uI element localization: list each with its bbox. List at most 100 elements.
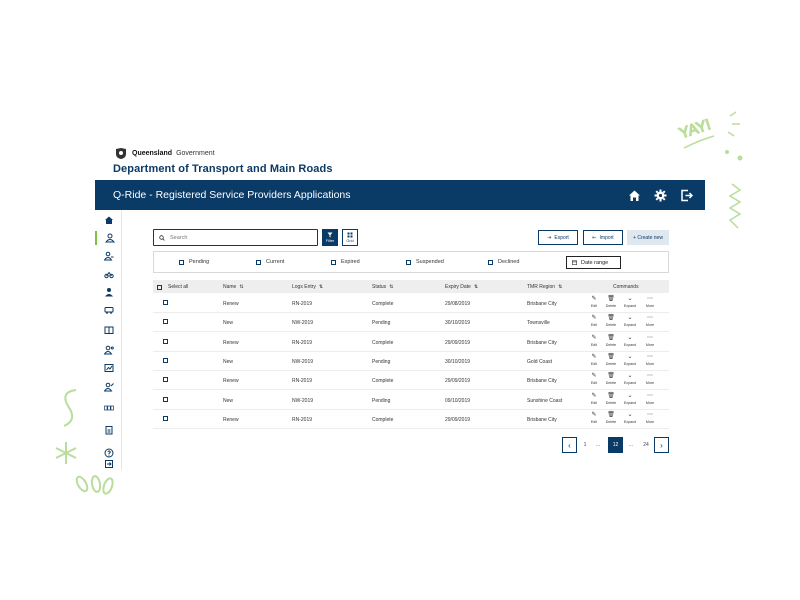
more-button[interactable]: ⋯ More	[643, 335, 657, 347]
row-checkbox[interactable]	[163, 396, 168, 404]
edit-button[interactable]: ✎ Edit	[587, 335, 601, 347]
checkbox[interactable]	[163, 338, 168, 344]
more-button[interactable]: ⋯ More	[643, 393, 657, 405]
home-icon[interactable]	[628, 189, 641, 202]
row-checkbox[interactable]	[163, 319, 168, 326]
expand-button[interactable]: ⌄ Expand	[623, 315, 637, 327]
checkbox[interactable]	[163, 300, 168, 305]
table-row[interactable]: Renew RN-2019 Complete 29/09/2019 Brisbane C…	[153, 410, 669, 429]
create-new-button[interactable]: + Create new	[627, 230, 669, 245]
expand-button[interactable]: ⌄ Expand	[623, 393, 637, 405]
search-input[interactable]	[170, 234, 300, 241]
column-expiry-date[interactable]: Expiry Date ⇅	[445, 284, 478, 290]
grid-button[interactable]: Grid	[342, 229, 358, 246]
sort-icon[interactable]: ⇅	[558, 284, 562, 290]
table-row[interactable]: New NW-2019 Pending 30/10/2019 Townsville ✎ Ed…	[153, 313, 669, 333]
logout-icon[interactable]	[680, 189, 694, 202]
date-range-picker[interactable]: Date range	[566, 256, 621, 269]
column-name[interactable]: Name ⇅	[223, 284, 244, 290]
search-box[interactable]	[153, 229, 318, 246]
sort-icon[interactable]: ⇅	[239, 284, 243, 290]
edit-button[interactable]: ✎ Edit	[587, 393, 601, 405]
table-row[interactable]: Renew RN-2019 Complete 29/09/2019 Brisbane C…	[153, 333, 669, 352]
checkbox[interactable]	[406, 259, 411, 265]
sort-icon[interactable]: ⇅	[319, 284, 323, 290]
checkbox[interactable]	[157, 284, 162, 290]
row-checkbox[interactable]	[163, 338, 168, 346]
next-page-button[interactable]: ›	[654, 437, 669, 453]
page-last[interactable]: 24	[639, 437, 653, 453]
sidebar-item-reports[interactable]	[95, 361, 122, 375]
filter-pending[interactable]: Pending	[179, 259, 209, 265]
checkbox[interactable]	[163, 415, 168, 421]
checkbox[interactable]	[488, 259, 493, 265]
row-checkbox[interactable]	[163, 377, 168, 384]
sidebar-item-providers[interactable]	[95, 231, 122, 245]
filter-current[interactable]: Current	[256, 259, 284, 265]
page-current[interactable]: 12	[608, 437, 623, 453]
column-status[interactable]: Status ⇅	[372, 284, 393, 290]
sort-icon[interactable]: ⇅	[389, 284, 393, 290]
delete-button[interactable]: 🗑 Delete	[604, 373, 618, 385]
table-row[interactable]: Renew RN-2019 Complete 29/09/2019 Brisbane C…	[153, 371, 669, 391]
more-button[interactable]: ⋯ More	[643, 412, 657, 424]
checkbox[interactable]	[331, 259, 336, 265]
edit-button[interactable]: ✎ Edit	[587, 296, 601, 308]
sidebar-item-roles[interactable]	[95, 343, 122, 357]
filter-suspended[interactable]: Suspended	[406, 259, 444, 265]
delete-button[interactable]: 🗑 Delete	[604, 296, 618, 308]
edit-button[interactable]: ✎ Edit	[587, 373, 601, 385]
page-first[interactable]: 1	[579, 437, 591, 453]
sort-icon[interactable]: ⇅	[474, 284, 478, 290]
more-button[interactable]: ⋯ More	[643, 373, 657, 385]
filter-declined[interactable]: Declined	[488, 259, 519, 265]
sidebar-item-documents[interactable]	[95, 323, 122, 337]
sidebar-item-exit[interactable]	[95, 457, 122, 471]
expand-button[interactable]: ⌄ Expand	[623, 354, 637, 366]
row-checkbox[interactable]	[163, 415, 168, 423]
column-tmr-region[interactable]: TMR Region ⇅	[527, 284, 562, 290]
more-button[interactable]: ⋯ More	[643, 296, 657, 308]
edit-button[interactable]: ✎ Edit	[587, 315, 601, 327]
edit-button[interactable]: ✎ Edit	[587, 412, 601, 424]
gear-icon[interactable]	[654, 189, 667, 202]
delete-button[interactable]: 🗑 Delete	[604, 315, 618, 327]
sidebar-item-vehicles[interactable]	[95, 267, 122, 281]
checkbox[interactable]	[163, 377, 168, 383]
more-button[interactable]: ⋯ More	[643, 354, 657, 366]
import-button[interactable]: ⇤ Import	[583, 230, 623, 245]
sidebar-item-groups[interactable]	[95, 401, 122, 415]
table-row[interactable]: New NW-2019 Pending 09/10/2019 Sunshine Coas…	[153, 391, 669, 410]
table-row[interactable]: New NW-2019 Pending 30/10/2019 Gold Coast ✎ Ed…	[153, 352, 669, 371]
checkbox[interactable]	[163, 396, 168, 402]
sidebar-item-instructors[interactable]	[95, 285, 122, 299]
checkbox[interactable]	[163, 357, 168, 363]
table-row[interactable]: Renew RN-2019 Complete 29/08/2019 Brisbane C…	[153, 294, 669, 313]
export-button[interactable]: ⇥ Export	[538, 230, 578, 245]
sidebar-item-staff[interactable]	[95, 380, 122, 394]
delete-button[interactable]: 🗑 Delete	[604, 393, 618, 405]
checkbox[interactable]	[163, 319, 168, 325]
checkbox[interactable]	[179, 259, 184, 265]
more-button[interactable]: ⋯ More	[643, 315, 657, 327]
expand-button[interactable]: ⌄ Expand	[623, 412, 637, 424]
edit-button[interactable]: ✎ Edit	[587, 354, 601, 366]
select-all[interactable]: Select all	[157, 284, 188, 290]
row-checkbox[interactable]	[163, 357, 168, 365]
sidebar-item-home[interactable]	[95, 213, 122, 227]
filter-button[interactable]: Filter	[322, 229, 338, 246]
delete-button[interactable]: 🗑 Delete	[604, 412, 618, 424]
sidebar-item-users[interactable]	[95, 249, 122, 263]
sidebar-item-transport[interactable]	[95, 303, 122, 317]
checkbox[interactable]	[256, 259, 261, 265]
row-checkbox[interactable]	[163, 300, 168, 307]
delete-button[interactable]: 🗑 Delete	[604, 354, 618, 366]
filter-expired[interactable]: Expired	[331, 259, 360, 265]
expand-button[interactable]: ⌄ Expand	[623, 373, 637, 385]
sidebar-item-tasks[interactable]	[95, 423, 122, 437]
column-logs-entry[interactable]: Logs Entry ⇅	[292, 284, 323, 290]
prev-page-button[interactable]: ‹	[562, 437, 577, 453]
expand-button[interactable]: ⌄ Expand	[623, 296, 637, 308]
expand-button[interactable]: ⌄ Expand	[623, 335, 637, 347]
delete-button[interactable]: 🗑 Delete	[604, 335, 618, 347]
